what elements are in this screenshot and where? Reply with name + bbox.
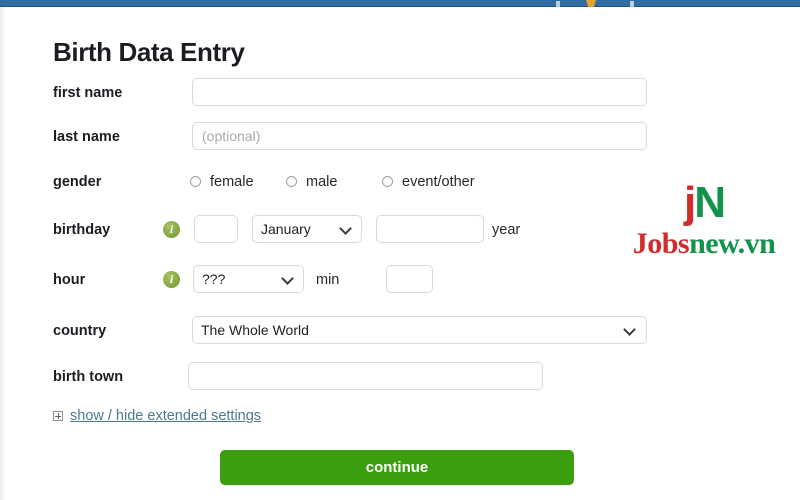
hour-select-wrap: ??? [193, 265, 304, 293]
info-icon[interactable]: i [163, 271, 180, 288]
radio-circle-icon [286, 175, 297, 187]
show-hide-extended-settings-link[interactable]: show / hide extended settings [70, 408, 261, 424]
row-birth-town: birth town [5, 362, 800, 392]
logo-word-new: new.vn [689, 227, 776, 260]
info-icon[interactable]: i [163, 221, 180, 238]
gender-radio-male-label: male [306, 174, 338, 190]
birthday-month-select[interactable]: January [252, 215, 362, 243]
label-country: country [53, 323, 107, 339]
logo-wordmark: Jobsnew.vn [609, 227, 799, 261]
birth-town-input[interactable] [188, 362, 543, 390]
last-name-input[interactable] [192, 122, 647, 150]
hour-select[interactable]: ??? [193, 265, 304, 293]
country-select-wrap: The Whole World [192, 316, 647, 344]
birthday-year-input[interactable] [376, 215, 484, 243]
page-title: Birth Data Entry [53, 37, 245, 68]
country-select[interactable]: The Whole World [192, 316, 647, 344]
jobsnew-watermark-logo: jN Jobsnew.vn [609, 179, 799, 275]
gender-radio-event-other[interactable]: event/other [382, 167, 475, 197]
logo-word-jobs: Jobs [632, 227, 690, 260]
monogram-n: N [694, 178, 726, 227]
birthday-year-unit-label: year [492, 222, 521, 238]
birthday-month-select-wrap: January [252, 215, 362, 243]
row-country: country The Whole World [5, 316, 800, 346]
birth-data-entry-page: Birth Data Entry first name last name ge… [5, 7, 800, 500]
gender-radio-female-label: female [210, 174, 254, 190]
hour-min-label: min [316, 272, 340, 288]
first-name-input[interactable] [192, 78, 647, 106]
birthday-day-input[interactable] [194, 215, 238, 243]
row-last-name: last name [5, 122, 800, 152]
label-last-name: last name [53, 129, 120, 145]
gender-radio-event-other-label: event/other [402, 174, 475, 190]
extended-settings-row: show / hide extended settings [53, 405, 261, 427]
radio-circle-icon [382, 175, 393, 187]
label-birth-town: birth town [53, 369, 124, 385]
continue-button[interactable]: continue [220, 450, 574, 485]
radio-circle-icon [190, 175, 201, 187]
label-first-name: first name [53, 85, 123, 101]
monogram-j: j [683, 178, 696, 227]
row-first-name: first name [5, 78, 800, 108]
label-gender: gender [53, 174, 102, 190]
browser-chrome-bar [0, 0, 800, 16]
hour-minute-input[interactable] [386, 265, 433, 293]
expand-plus-box-icon[interactable] [53, 411, 63, 421]
gender-radio-male[interactable]: male [286, 167, 337, 197]
jn-monogram-icon: jN [609, 179, 799, 227]
gender-radio-female[interactable]: female [190, 167, 254, 197]
